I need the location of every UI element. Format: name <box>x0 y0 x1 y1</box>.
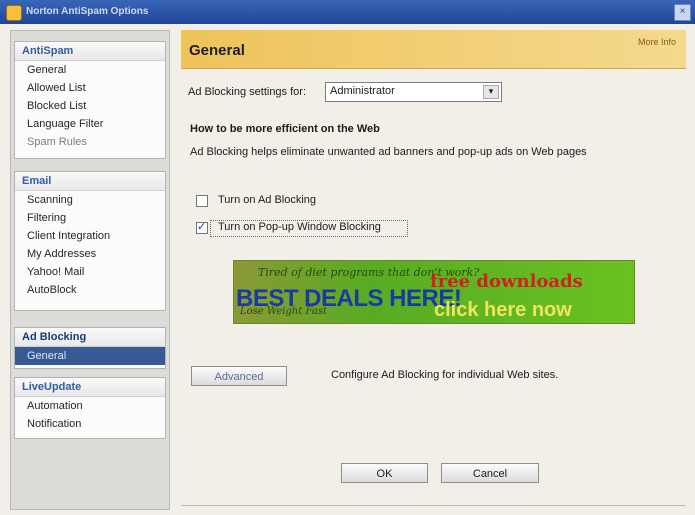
sidebar-group-title: Email <box>15 172 165 191</box>
ad-blocking-label[interactable]: Turn on Ad Blocking <box>218 194 316 206</box>
sidebar-item-scanning[interactable]: Scanning <box>15 191 165 209</box>
options-window: Norton AntiSpam Options × AntiSpam Gener… <box>0 0 695 515</box>
sidebar-group-ad-blocking: Ad Blocking General <box>14 327 166 369</box>
sidebar: AntiSpam General Allowed List Blocked Li… <box>10 30 170 510</box>
close-button[interactable]: × <box>674 4 691 21</box>
sidebar-item-autoblock[interactable]: AutoBlock <box>15 281 165 299</box>
app-icon <box>6 5 22 21</box>
close-icon: × <box>679 6 686 17</box>
sidebar-group-antispam: AntiSpam General Allowed List Blocked Li… <box>14 41 166 159</box>
ad-banner-example: Tired of diet programs that don't work? … <box>233 260 635 324</box>
chevron-down-icon[interactable]: ▾ <box>483 85 499 99</box>
advanced-button[interactable]: Advanced <box>191 366 287 386</box>
page-header: General More Info <box>181 30 686 69</box>
sidebar-group-liveupdate: LiveUpdate Automation Notification <box>14 377 166 439</box>
sidebar-item-client-integration[interactable]: Client Integration <box>15 227 165 245</box>
sidebar-item-language-filter[interactable]: Language Filter <box>15 115 165 133</box>
sidebar-item-filtering[interactable]: Filtering <box>15 209 165 227</box>
user-dropdown-value: Administrator <box>330 85 395 97</box>
sidebar-item-ad-blocking-general[interactable]: General <box>15 347 165 365</box>
sidebar-item-blocked-list[interactable]: Blocked List <box>15 97 165 115</box>
settings-label: Ad Blocking settings for: <box>188 86 307 98</box>
banner-click-text: click here now <box>434 299 572 321</box>
sidebar-item-my-addresses[interactable]: My Addresses <box>15 245 165 263</box>
popup-blocking-label[interactable]: Turn on Pop-up Window Blocking <box>218 221 381 233</box>
sidebar-item-general[interactable]: General <box>15 61 165 79</box>
sidebar-item-allowed-list[interactable]: Allowed List <box>15 79 165 97</box>
page-title: General <box>189 42 245 59</box>
user-dropdown[interactable]: Administrator ▾ <box>325 82 502 102</box>
popup-blocking-checkbox[interactable] <box>196 220 208 234</box>
sidebar-item-automation[interactable]: Automation <box>15 397 165 415</box>
cancel-button[interactable]: Cancel <box>441 463 539 483</box>
sidebar-group-title: LiveUpdate <box>15 378 165 397</box>
sidebar-item-notification[interactable]: Notification <box>15 415 165 433</box>
sidebar-item-yahoo-mail[interactable]: Yahoo! Mail <box>15 263 165 281</box>
section-description: Ad Blocking helps eliminate unwanted ad … <box>190 146 587 158</box>
more-info-link[interactable]: More Info <box>638 37 676 47</box>
sidebar-group-email: Email Scanning Filtering Client Integrat… <box>14 171 166 311</box>
window-title: Norton AntiSpam Options <box>26 6 149 17</box>
banner-lower-text: Lose Weight Fast <box>240 306 327 317</box>
ok-button[interactable]: OK <box>341 463 428 483</box>
sidebar-item-spam-rules[interactable]: Spam Rules <box>15 133 165 151</box>
sidebar-group-title: Ad Blocking <box>15 328 165 347</box>
section-title: How to be more efficient on the Web <box>190 123 380 135</box>
advanced-description: Configure Ad Blocking for individual Web… <box>331 369 559 381</box>
ad-blocking-checkbox[interactable] <box>196 195 208 207</box>
sidebar-group-title: AntiSpam <box>15 42 165 61</box>
title-bar: Norton AntiSpam Options × <box>0 0 695 24</box>
footer-divider <box>181 505 686 506</box>
